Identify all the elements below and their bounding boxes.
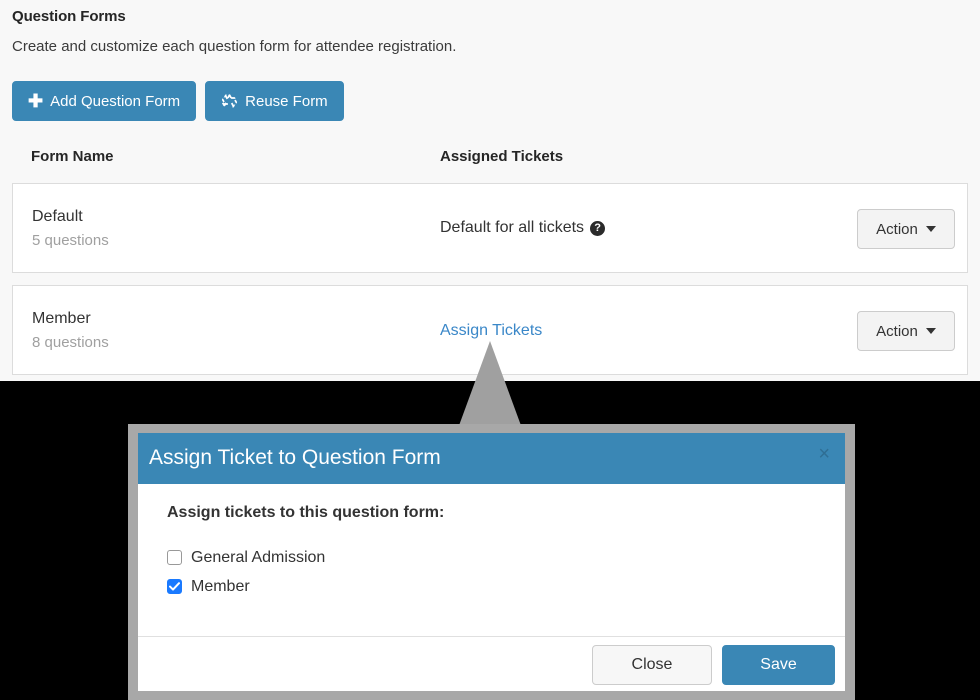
form-question-count: 8 questions <box>32 334 109 351</box>
modal-body-label: Assign tickets to this question form: <box>167 504 445 521</box>
column-header-form-name: Form Name <box>31 148 114 165</box>
page-title: Question Forms <box>12 8 126 25</box>
add-question-form-button[interactable]: ✚ Add Question Form <box>12 81 197 121</box>
ticket-option-general-admission[interactable]: General Admission <box>167 543 325 572</box>
chevron-down-icon <box>925 328 936 334</box>
modal-overlay-frame: Assign Ticket to Question Form × Assign … <box>128 424 855 700</box>
save-button[interactable]: Save <box>722 645 835 685</box>
page-description: Create and customize each question form … <box>12 38 457 55</box>
close-icon[interactable]: × <box>814 442 834 466</box>
modal-header: Assign Ticket to Question Form × <box>138 433 845 484</box>
modal-footer: Close Save <box>138 637 845 690</box>
modal-title: Assign Ticket to Question Form <box>149 446 441 469</box>
toolbar: ✚ Add Question Form Reuse Form <box>12 81 344 121</box>
chevron-down-icon <box>925 226 936 232</box>
question-mark-icon[interactable]: ? <box>590 220 606 236</box>
recycle-icon <box>221 93 238 109</box>
ticket-option-member[interactable]: Member <box>167 572 325 601</box>
modal-body: Assign tickets to this question form: Ge… <box>138 484 845 637</box>
ticket-checkbox-list: General Admission Member <box>167 543 325 601</box>
checkbox-general-admission[interactable] <box>167 550 182 565</box>
action-button-label: Action <box>876 322 918 340</box>
form-name: Member <box>32 310 91 327</box>
assigned-tickets-text: Default for all tickets <box>440 219 585 236</box>
checkbox-member[interactable] <box>167 579 182 594</box>
ticket-label: Member <box>191 577 250 595</box>
action-dropdown-button[interactable]: Action <box>857 209 955 249</box>
plus-icon: ✚ <box>28 91 44 111</box>
table-row: Default 5 questions Default for all tick… <box>12 183 968 273</box>
reuse-form-button[interactable]: Reuse Form <box>205 81 344 121</box>
add-question-form-label: Add Question Form <box>50 92 181 110</box>
assigned-tickets-value: Default for all tickets ? <box>440 219 606 237</box>
action-dropdown-button[interactable]: Action <box>857 311 955 351</box>
close-button[interactable]: Close <box>592 645 712 685</box>
table-header-row: Form Name Assigned Tickets <box>0 148 980 172</box>
column-header-assigned-tickets: Assigned Tickets <box>440 148 564 165</box>
assign-ticket-modal: Assign Ticket to Question Form × Assign … <box>138 433 845 691</box>
action-button-label: Action <box>876 220 918 238</box>
form-question-count: 5 questions <box>32 232 109 249</box>
form-name: Default <box>32 208 83 225</box>
modal-footer-buttons: Close Save <box>592 645 835 685</box>
reuse-form-label: Reuse Form <box>245 92 328 110</box>
assign-tickets-link[interactable]: Assign Tickets <box>440 322 542 340</box>
ticket-label: General Admission <box>191 548 326 566</box>
callout-arrow-icon <box>457 341 523 431</box>
page-content: Question Forms Create and customize each… <box>0 0 980 381</box>
